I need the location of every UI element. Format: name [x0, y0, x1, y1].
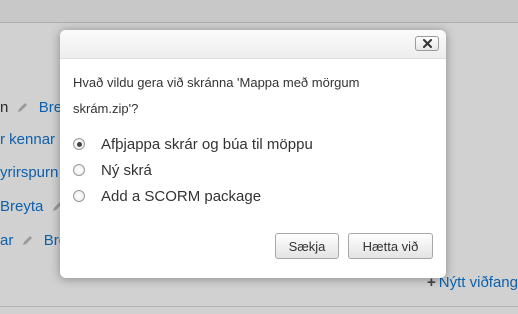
close-button[interactable] [415, 36, 439, 51]
option-label: Ný skrá [101, 161, 152, 179]
option-new-file[interactable]: Ný skrá [73, 159, 152, 181]
option-label: Afþjappa skrár og búa til möppu [101, 135, 313, 153]
file-action-dialog: Hvað vildu gera við skránna 'Mappa með m… [60, 30, 446, 278]
radio-scorm[interactable] [73, 190, 85, 202]
option-scorm[interactable]: Add a SCORM package [73, 185, 261, 207]
option-label: Add a SCORM package [101, 187, 262, 205]
download-button[interactable]: Sækja [275, 233, 339, 259]
dialog-question: Hvað vildu gera við skránna 'Mappa með m… [73, 75, 360, 116]
radio-unzip[interactable] [73, 138, 85, 150]
option-unzip[interactable]: Afþjappa skrár og búa til möppu [73, 133, 313, 155]
close-icon [423, 39, 432, 48]
cancel-button[interactable]: Hætta við [348, 233, 433, 259]
dialog-header [60, 30, 446, 59]
page: n Bre r kennar yrirspurn Breyta ar Bre +… [0, 0, 518, 314]
radio-new-file[interactable] [73, 164, 85, 176]
